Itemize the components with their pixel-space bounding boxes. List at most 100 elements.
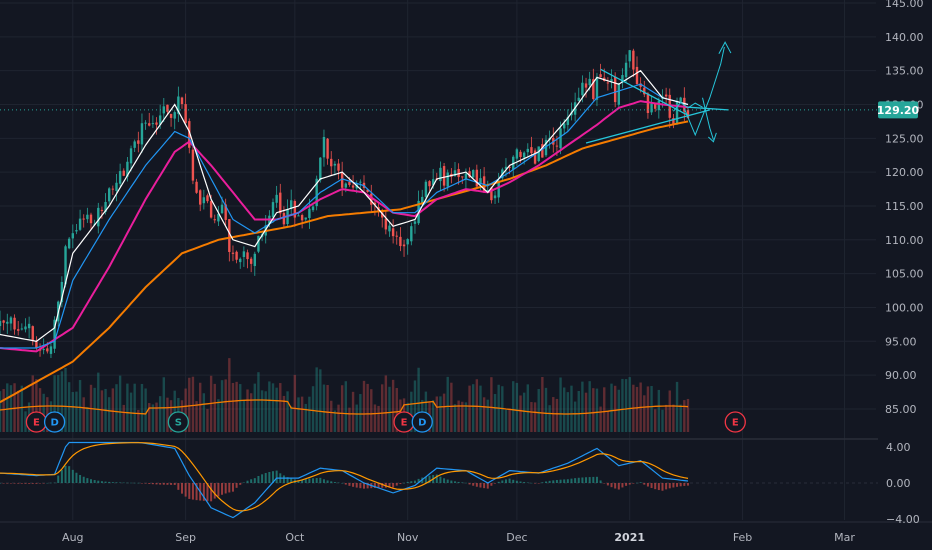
macd-histogram-bar (140, 483, 143, 484)
event-marker-label: D (50, 418, 58, 429)
price-tick-label: 85.00 (885, 403, 917, 416)
volume-bar (246, 389, 249, 432)
macd-histogram-bar (159, 483, 162, 485)
candle-body (326, 138, 329, 159)
candle-body (391, 228, 395, 237)
candle-body (209, 201, 213, 218)
volume-bar (206, 409, 209, 432)
macd-histogram-bar (450, 480, 453, 483)
volume-bar (115, 384, 118, 432)
candle-body (344, 183, 347, 188)
volume-bar (541, 376, 544, 432)
volume-bar (552, 397, 555, 432)
volume-bar (533, 402, 537, 432)
macd-tick-label: 0.00 (886, 477, 911, 490)
volume-bar (297, 397, 300, 432)
candle-body (6, 321, 9, 324)
volume-bar (271, 383, 275, 432)
volume-bar (122, 404, 125, 432)
macd-histogram-bar (468, 483, 471, 485)
volume-bar (337, 404, 340, 432)
event-marker-label: E (33, 418, 40, 429)
candle-body (49, 346, 53, 354)
macd-histogram-bar (239, 483, 242, 485)
macd-histogram-bar (97, 480, 100, 483)
price-tick-label: 90.00 (885, 369, 917, 382)
macd-histogram-bar (188, 483, 191, 499)
macd-histogram-bar (13, 483, 16, 484)
macd-histogram-bar (643, 483, 646, 485)
macd-histogram-bar (155, 483, 158, 485)
volume-bar (457, 400, 460, 432)
macd-histogram-bar (686, 483, 689, 486)
candle-body (311, 206, 315, 211)
macd-histogram-bar (242, 482, 245, 483)
candle-body (148, 123, 151, 126)
stock-chart[interactable]: EDSEDE 85.0090.0095.00100.00105.00110.00… (0, 0, 932, 550)
macd-histogram-bar (439, 476, 442, 483)
volume-bar (340, 385, 344, 432)
candle-body (384, 218, 388, 230)
volume-bar (515, 382, 519, 432)
time-tick-label: Aug (62, 531, 83, 544)
volume-bar (595, 388, 599, 432)
candle-body (111, 188, 115, 190)
candle-body (613, 76, 617, 103)
volume-bar (384, 375, 388, 432)
macd-histogram-bar (333, 482, 336, 483)
candle-body (464, 173, 468, 179)
candle-body (493, 195, 497, 199)
volume-bar (624, 379, 628, 432)
candle-body (624, 62, 628, 78)
macd-histogram-bar (184, 483, 187, 497)
macd-histogram-bar (508, 478, 511, 483)
macd-histogram-bar (100, 481, 103, 483)
candle-body (199, 190, 202, 205)
candle-body (249, 258, 253, 264)
volume-bar (577, 390, 580, 432)
volume-bar (366, 383, 369, 432)
macd-histogram-bar (261, 474, 264, 483)
macd-histogram-bar (253, 478, 256, 483)
volume-bar (683, 400, 686, 432)
macd-histogram-bar (9, 483, 12, 484)
volume-bar (668, 390, 671, 432)
macd-histogram-bar (599, 480, 602, 483)
macd-histogram-bar (617, 483, 620, 490)
volume-bar (606, 410, 610, 432)
candle-body (13, 317, 16, 330)
macd-histogram-bar (322, 479, 325, 483)
volume-bar (621, 378, 624, 432)
macd-histogram-bar (534, 483, 537, 484)
candle-body (133, 141, 136, 148)
macd-histogram-bar (221, 483, 224, 495)
volume-bar (468, 385, 471, 432)
price-tick-label: 125.00 (885, 132, 924, 145)
volume-bar (93, 387, 96, 432)
candle-body (89, 214, 93, 224)
candle-body (442, 166, 446, 186)
volume-bar (166, 397, 169, 432)
macd-histogram-bar (31, 483, 34, 484)
price-tick-label: 115.00 (885, 200, 924, 213)
macd-histogram-bar (217, 483, 220, 497)
time-tick-label: Nov (397, 531, 419, 544)
event-marker-label: E (401, 418, 408, 429)
macd-histogram-bar (42, 483, 45, 484)
macd-histogram-bar (53, 482, 56, 484)
candle-body (526, 148, 529, 153)
macd-histogram-bar (577, 477, 580, 483)
candle-body (246, 252, 249, 260)
macd-histogram-bar (173, 483, 176, 485)
volume-bar (279, 383, 282, 432)
candle-body (413, 221, 417, 224)
volume-bar (17, 390, 20, 432)
volume-bar (544, 387, 548, 432)
volume-bar (570, 385, 573, 432)
macd-histogram-bar (64, 465, 67, 483)
candle-body (599, 74, 602, 78)
candle-body (140, 123, 144, 145)
macd-histogram-bar (79, 475, 82, 483)
volume-bar (319, 369, 322, 432)
macd-histogram-bar (348, 483, 351, 486)
